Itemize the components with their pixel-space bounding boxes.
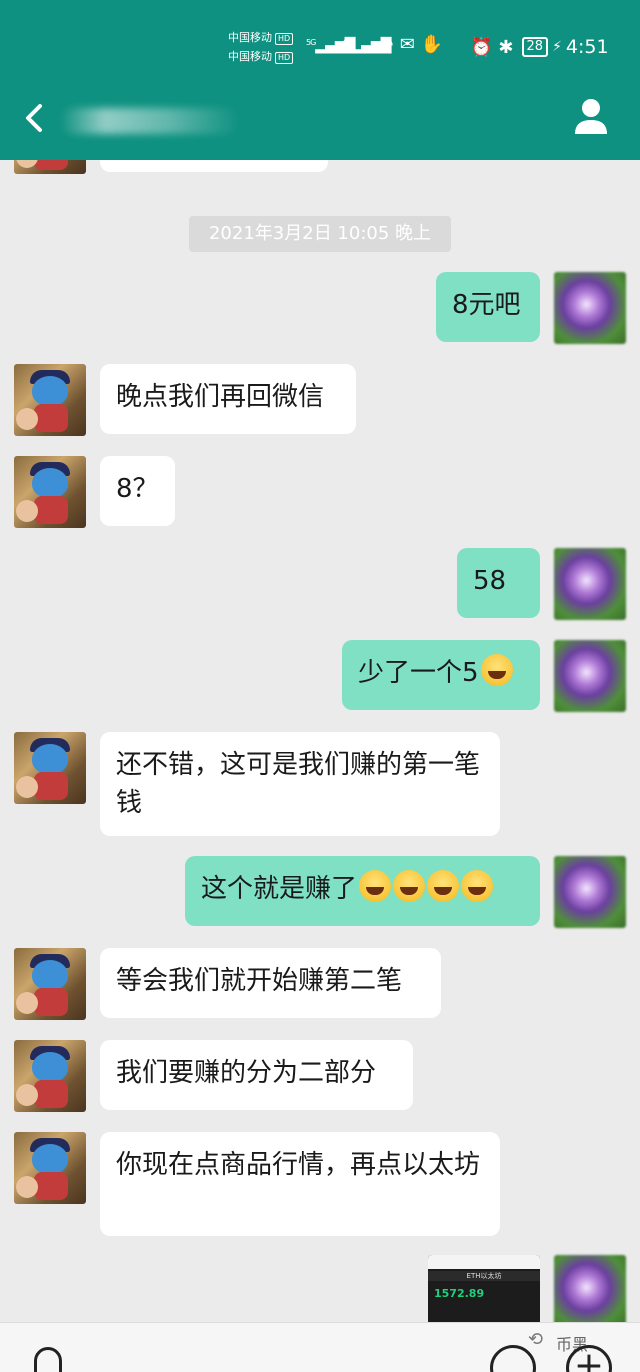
hd-badge-1: HD [275,33,294,45]
message-bubble-incoming[interactable]: 晚点我们再回微信 [100,364,356,434]
image-preview-price: 1572.89 [434,1287,485,1300]
input-bar: ⟲ 币黑 + [0,1322,640,1372]
friend-avatar[interactable] [14,160,86,174]
self-avatar[interactable] [554,856,626,928]
alarm-icon: ⏰ [470,36,493,58]
message-bubble-outgoing[interactable]: 58 [457,548,540,618]
friend-avatar[interactable] [14,1132,86,1204]
friend-avatar[interactable] [14,456,86,528]
self-avatar[interactable] [554,272,626,344]
top-bar: 中国移动 HD 中国移动 HD 5G▂▄▆█ 4G▂▄▆█ ◠✉✋ ⏰ ✱ 28 ⚡… [0,0,640,160]
message-bubble-incoming[interactable]: 你现在点商品行情，再点以太坊 [100,1132,500,1236]
friend-avatar[interactable] [14,732,86,804]
message-bubble-incoming[interactable]: 我们要赚的分为二部分 [100,1040,413,1110]
wechat-icon: ✉ [399,34,421,55]
timestamp: 2021年3月2日 10:05 晚上 [189,216,451,252]
self-avatar[interactable] [554,640,626,712]
clock: 4:51 [565,36,609,58]
carrier-2: 中国移动 [228,50,272,63]
message-bubble-previous[interactable] [100,160,328,172]
status-bar: 中国移动 HD 中国移动 HD 5G▂▄▆█ 4G▂▄▆█ ◠✉✋ ⏰ ✱ 28 ⚡… [0,26,640,66]
message-bubble-outgoing[interactable]: 少了一个5 [342,640,540,710]
laughing-tears-emoji [393,870,426,902]
message-bubble-outgoing[interactable]: 8元吧 [436,272,540,342]
friend-avatar[interactable] [14,948,86,1020]
person-icon[interactable] [572,96,610,136]
wechat-watermark-icon: ⟲ [528,1329,544,1350]
message-bubble-incoming[interactable]: 等会我们就开始赚第二笔 [100,948,441,1018]
chat-area[interactable]: 2021年3月2日 10:05 晚上 8元吧 晚点我们再回微信 8？ 58 少了… [0,160,640,1322]
message-bubble-incoming[interactable]: 还不错，这可是我们赚的第一笔钱 [100,732,500,836]
right-status: ⏰ ✱ 28 ⚡ 4:51 [470,36,609,58]
carrier-info: 中国移动 HD 中国移动 HD [228,28,294,66]
carrier-1: 中国移动 [228,31,272,44]
self-avatar[interactable] [554,1255,626,1322]
image-preview-label: ETH以太坊 [428,1271,540,1281]
chat-title-blurred [60,108,240,134]
microphone-icon[interactable] [34,1347,62,1372]
status-icons: ◠✉✋ [378,34,449,55]
image-message-thumbnail[interactable]: ETH以太坊 1572.89 [428,1255,540,1322]
hand-icon: ✋ [420,34,450,55]
laughing-tears-emoji [359,870,392,902]
friend-avatar[interactable] [14,364,86,436]
chevron-left-icon[interactable] [20,100,48,136]
message-bubble-incoming[interactable]: 8？ [100,456,175,526]
message-bubble-outgoing[interactable]: 这个就是赚了 [185,856,540,926]
bluetooth-icon: ✱ [498,36,514,58]
battery-indicator: 28 [521,37,549,57]
self-avatar[interactable] [554,548,626,620]
friend-avatar[interactable] [14,1040,86,1112]
grinning-sweat-emoji [427,870,460,902]
charging-icon: ⚡ [552,39,562,55]
grinning-sweat-emoji [461,870,494,902]
hd-badge-2: HD [275,52,294,64]
wifi-icon: ◠ [378,34,400,55]
sweat-smile-emoji [480,654,513,686]
